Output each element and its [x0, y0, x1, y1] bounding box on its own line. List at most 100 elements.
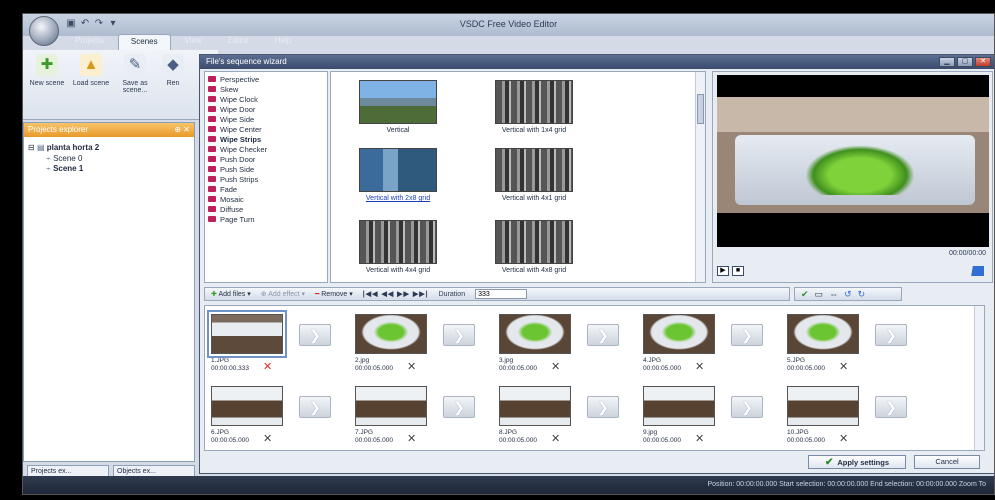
transition-arrow-icon[interactable]: ❯ [299, 396, 331, 418]
remove-button[interactable]: ━ Remove ▾ [315, 290, 353, 298]
effect-item[interactable]: Wipe Clock [208, 94, 324, 104]
effect-item[interactable]: Skew [208, 84, 324, 94]
minimize-button[interactable]: ▁ [939, 57, 955, 67]
effect-item[interactable]: Diffuse [208, 204, 324, 214]
gallery-scrollbar[interactable] [695, 72, 705, 282]
effect-item[interactable]: Wipe Side [208, 114, 324, 124]
transition-arrow-icon[interactable]: ❯ [443, 396, 475, 418]
delete-icon[interactable]: ✕ [839, 360, 848, 373]
delete-icon[interactable]: ✕ [551, 360, 560, 373]
transition-arrow-icon[interactable]: ❯ [875, 324, 907, 346]
rotate-right-icon[interactable]: ↻ [858, 289, 866, 300]
sequence-item[interactable]: 5.JPG 00:00:05.000 ✕ [787, 314, 867, 373]
effect-item[interactable]: Push Side [208, 164, 324, 174]
play-button[interactable]: ▶ [717, 266, 729, 276]
add-files-label: Add files [218, 291, 246, 298]
tab-projects[interactable]: Projects [63, 34, 116, 50]
sequence-caption: 10.JPG 00:00:05.000 [787, 429, 867, 445]
stop-button[interactable]: ■ [732, 266, 744, 276]
tab-help[interactable]: Help [263, 34, 303, 50]
effect-item[interactable]: Push Strips [208, 174, 324, 184]
confirm-icon[interactable]: ✔ [801, 289, 809, 300]
transition-arrow-icon[interactable]: ❯ [443, 324, 475, 346]
sequence-item[interactable]: 6.JPG 00:00:05.000 ✕ [211, 386, 291, 445]
transition-arrow-icon[interactable]: ❯ [731, 396, 763, 418]
navigation-buttons[interactable]: |◀◀ ◀◀ ▶▶ ▶▶| [363, 290, 429, 298]
variant-vertical-4x8[interactable]: Vertical with 4x8 grid [479, 220, 589, 274]
delete-icon[interactable]: ✕ [407, 360, 416, 373]
sequence-item[interactable]: 9.jpg 00:00:05.000 ✕ [643, 386, 723, 445]
cancel-button[interactable]: Cancel [914, 455, 980, 469]
delete-icon[interactable]: ✕ [263, 360, 272, 373]
close-button[interactable]: ✕ [975, 57, 991, 67]
transition-arrow-icon[interactable]: ❯ [731, 324, 763, 346]
apply-settings-button[interactable]: ✔ Apply settings [808, 455, 906, 469]
tab-editor[interactable]: Editor [216, 34, 261, 50]
delete-icon[interactable]: ✕ [407, 432, 416, 445]
checkmark-icon: ✔ [824, 456, 834, 468]
tab-scenes[interactable]: Scenes [117, 34, 171, 50]
effect-item[interactable]: Wipe Center [208, 124, 324, 134]
load-scene-button[interactable]: ▲ Load scene [71, 54, 111, 87]
effect-label: Push Side [220, 164, 255, 174]
effect-item[interactable]: Mosaic [208, 194, 324, 204]
variant-label: Vertical with 4x8 grid [501, 267, 567, 274]
transition-arrow-icon[interactable]: ❯ [587, 324, 619, 346]
volume-icon[interactable] [960, 266, 984, 276]
effect-item[interactable]: Push Door [208, 154, 324, 164]
save-as-scene-label: Save as scene... [122, 80, 148, 94]
rotate-left-icon[interactable]: ↺ [844, 289, 852, 300]
add-effect-button[interactable]: ⊕ Add effect ▾ [261, 290, 305, 298]
sequence-item[interactable]: 1.JPG 00:00:00.333 ✕ [207, 310, 291, 373]
effect-icon [208, 106, 216, 112]
effect-label: Wipe Door [220, 104, 256, 114]
delete-icon[interactable]: ✕ [839, 432, 848, 445]
delete-icon[interactable]: ✕ [551, 432, 560, 445]
transition-arrow-icon[interactable]: ❯ [299, 324, 331, 346]
sequence-item[interactable]: 10.JPG 00:00:05.000 ✕ [787, 386, 867, 445]
effect-item[interactable]: Wipe Door [208, 104, 324, 114]
scene-icon: ⌁ [46, 164, 51, 173]
transition-arrow-icon[interactable]: ❯ [875, 396, 907, 418]
rename-button[interactable]: ◆ Ren [159, 54, 187, 87]
delete-icon[interactable]: ✕ [263, 432, 272, 445]
effect-item[interactable]: Fade [208, 184, 324, 194]
save-scene-icon: ✎ [124, 54, 146, 76]
duration-input[interactable] [475, 289, 528, 299]
add-files-button[interactable]: ✚ Add files ▾ [211, 290, 251, 298]
fit-icon[interactable]: ⇔ [829, 289, 838, 299]
variant-vertical-1x4[interactable]: Vertical with 1x4 grid [479, 80, 589, 134]
dialog-title-bar: File's sequence wizard ▁ ▢ ✕ [200, 55, 994, 69]
save-as-scene-button[interactable]: ✎ Save as scene... [115, 54, 155, 94]
variant-vertical[interactable]: Vertical [343, 80, 453, 134]
file-duration: 00:00:05.000 [211, 437, 249, 444]
tree-project[interactable]: ⊟ ▤ planta horta 2 [28, 143, 99, 152]
tab-view[interactable]: View [173, 34, 214, 50]
effect-item[interactable]: Wipe Checker [208, 144, 324, 154]
load-scene-label: Load scene [72, 80, 110, 87]
variant-vertical-2x8[interactable]: Vertical with 2x8 grid [343, 148, 453, 202]
effects-list: Perspective Skew Wipe Clock Wipe Door Wipe S… [204, 71, 328, 283]
transition-arrow-icon[interactable]: ❯ [587, 396, 619, 418]
sequence-item[interactable]: 2.jpg 00:00:05.000 ✕ [355, 314, 435, 373]
app-menu-orb-icon[interactable] [29, 16, 59, 46]
maximize-button[interactable]: ▢ [957, 57, 973, 67]
effect-item[interactable]: Wipe Strips [208, 134, 324, 144]
effect-item[interactable]: Perspective [208, 74, 324, 84]
delete-icon[interactable]: ✕ [695, 360, 704, 373]
new-scene-button[interactable]: ✚ New scene [27, 54, 67, 87]
collapse-icon[interactable]: ⊟ [28, 143, 35, 152]
tree-scene-1[interactable]: ⌁ Scene 1 [46, 164, 83, 173]
sequence-item[interactable]: 3.jpg 00:00:05.000 ✕ [499, 314, 579, 373]
effect-item[interactable]: Page Turn [208, 214, 324, 224]
sequence-item[interactable]: 8.JPG 00:00:05.000 ✕ [499, 386, 579, 445]
panel-pin-close-icon[interactable]: ⊕ ✕ [174, 125, 190, 134]
delete-icon[interactable]: ✕ [695, 432, 704, 445]
variant-vertical-4x4[interactable]: Vertical with 4x4 grid [343, 220, 453, 274]
sequence-scrollbar[interactable] [974, 306, 984, 450]
sequence-item[interactable]: 4.JPG 00:00:05.000 ✕ [643, 314, 723, 373]
tree-scene-0[interactable]: ⌁ Scene 0 [46, 154, 82, 163]
frame-icon[interactable]: ▭ [815, 289, 824, 300]
variant-vertical-4x1[interactable]: Vertical with 4x1 grid [479, 148, 589, 202]
sequence-item[interactable]: 7.JPG 00:00:05.000 ✕ [355, 386, 435, 445]
